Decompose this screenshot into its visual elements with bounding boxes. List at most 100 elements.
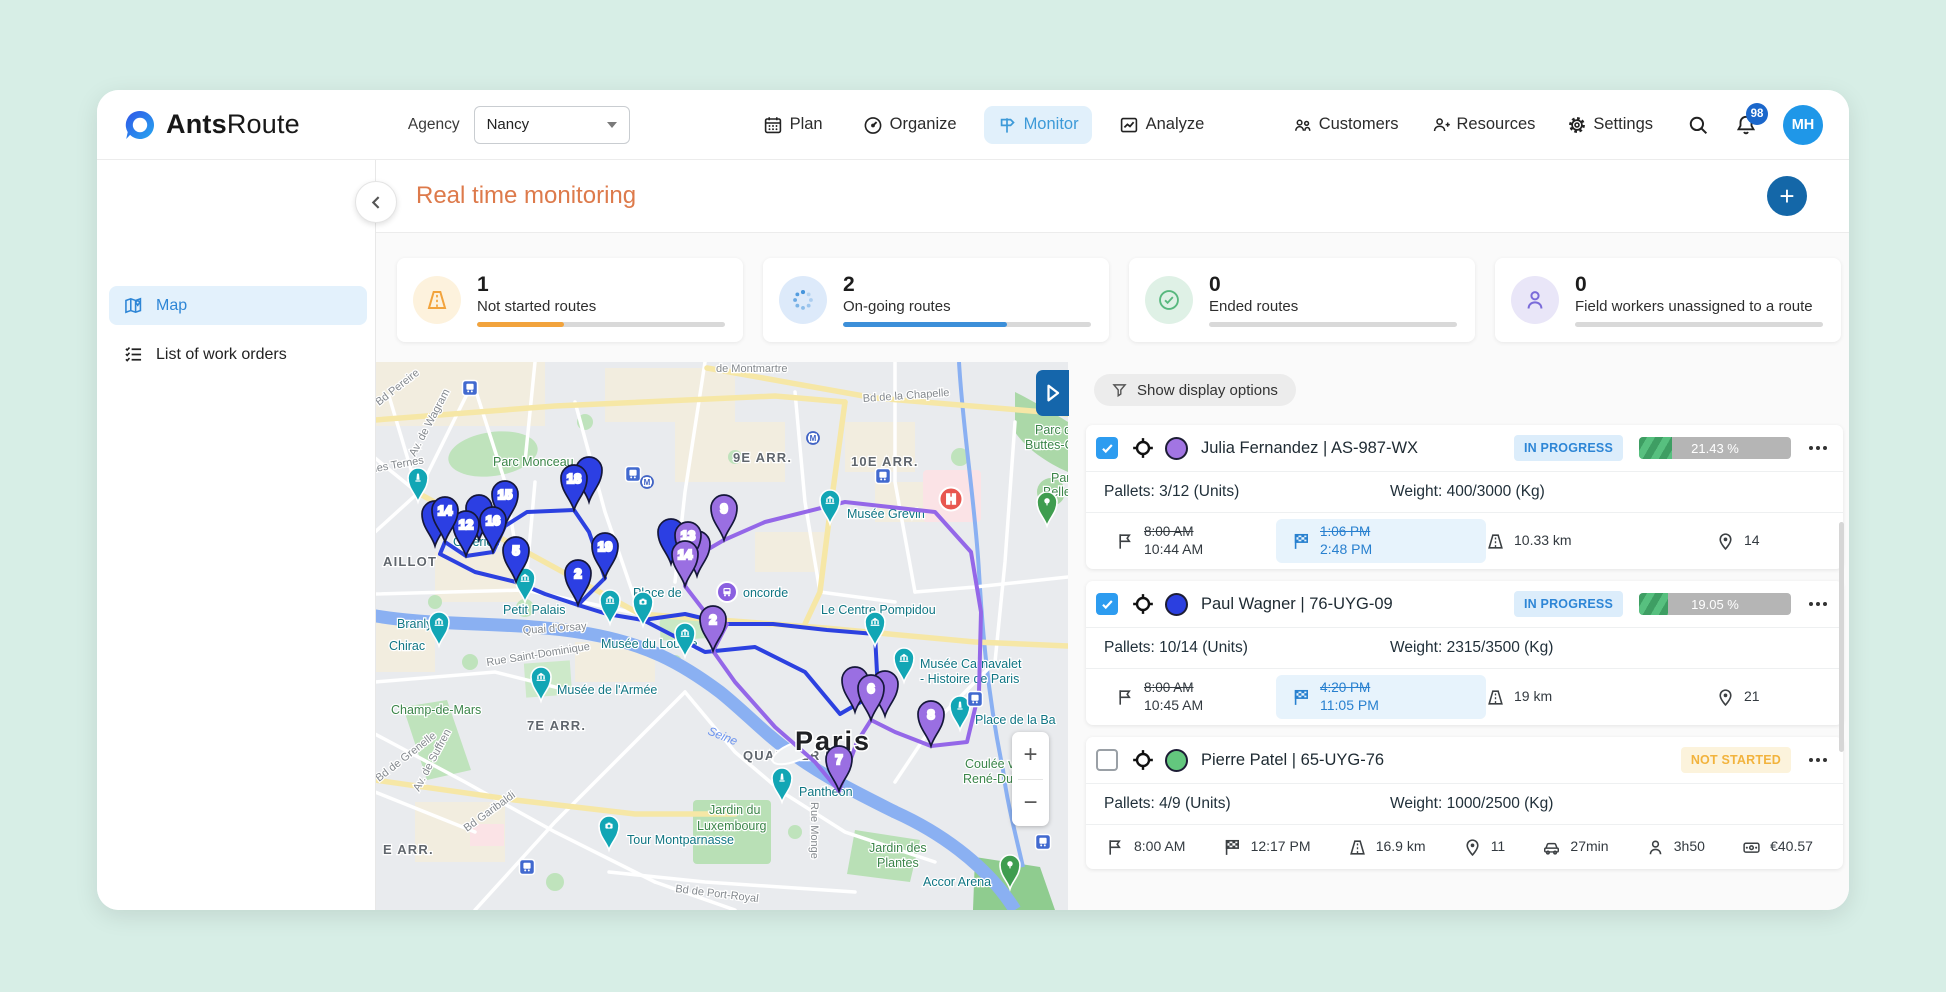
route-stat-text: 8:00 AM bbox=[1144, 680, 1203, 697]
stat-value: 0 bbox=[1209, 273, 1457, 296]
checklist-icon bbox=[123, 344, 144, 365]
road-icon bbox=[1486, 532, 1505, 551]
tab-organize[interactable]: Organize bbox=[850, 106, 970, 144]
stat-icon-circle bbox=[779, 276, 827, 324]
route-checkbox[interactable] bbox=[1096, 593, 1118, 615]
routes-panel: Show display options Julia Fernandez | A… bbox=[1081, 362, 1849, 910]
collapse-sidebar-button[interactable] bbox=[355, 181, 397, 223]
map-poi-transit[interactable] bbox=[968, 692, 983, 707]
map-label: Parc Monceau bbox=[493, 455, 574, 469]
svg-text:16: 16 bbox=[486, 513, 500, 528]
zoom-in-button[interactable]: + bbox=[1012, 732, 1049, 779]
tab-monitor[interactable]: Monitor bbox=[984, 106, 1092, 144]
route-card: Pierre Patel | 65-UYG-76 NOT STARTED Pal… bbox=[1086, 737, 1843, 869]
stat-card: 1 Not started routes bbox=[397, 258, 743, 342]
map-label: Parc de bbox=[1035, 423, 1068, 437]
route-menu-button[interactable] bbox=[1807, 754, 1829, 766]
route-menu-button[interactable] bbox=[1807, 598, 1829, 610]
add-button[interactable]: + bbox=[1767, 176, 1807, 216]
map-poi-transit[interactable] bbox=[520, 860, 535, 875]
stats-row: 1 Not started routes 2 On-going routes 0… bbox=[397, 258, 1841, 342]
route-stat-text: 10:44 AM bbox=[1144, 541, 1203, 559]
flag-icon bbox=[1106, 838, 1125, 857]
sidebar-item-map[interactable]: Map bbox=[109, 286, 367, 325]
navlink-settings[interactable]: Settings bbox=[1567, 115, 1653, 135]
route-stat-road: 10.33 km bbox=[1486, 532, 1716, 551]
content-header: Real time monitoring + bbox=[376, 160, 1849, 233]
zoom-out-button[interactable]: − bbox=[1012, 780, 1049, 827]
map-poi-metro[interactable]: M bbox=[641, 476, 653, 488]
route-checkbox[interactable] bbox=[1096, 749, 1118, 771]
funnel-icon bbox=[1112, 383, 1127, 398]
route-stat-text: 12:17 PM bbox=[1251, 838, 1311, 856]
map-label: E ARR. bbox=[383, 842, 434, 857]
toll-icon bbox=[1742, 838, 1761, 857]
route-pallets: Pallets: 3/12 (Units) bbox=[1104, 483, 1390, 501]
route-card: Julia Fernandez | AS-987-WX IN PROGRESS … bbox=[1086, 425, 1843, 569]
stat-label: On-going routes bbox=[843, 298, 1091, 315]
navlink-customers[interactable]: Customers bbox=[1293, 115, 1399, 135]
map-label: Musée Carnavalet bbox=[920, 657, 1022, 671]
stat-value: 1 bbox=[477, 273, 725, 296]
route-menu-button[interactable] bbox=[1807, 442, 1829, 454]
locate-icon[interactable] bbox=[1131, 592, 1155, 616]
chevron-down-icon bbox=[607, 122, 617, 128]
sidebar-item-label: List of work orders bbox=[156, 346, 287, 364]
route-card: Paul Wagner | 76-UYG-09 IN PROGRESS 19.0… bbox=[1086, 581, 1843, 725]
stat-label: Ended routes bbox=[1209, 298, 1457, 315]
map-poi-metro[interactable]: M bbox=[807, 432, 819, 444]
tab-plan[interactable]: Plan bbox=[750, 106, 836, 144]
stat-card: 0 Ended routes bbox=[1129, 258, 1475, 342]
map-poi-bus[interactable] bbox=[717, 582, 737, 602]
notification-count-badge: 98 bbox=[1746, 103, 1768, 125]
tab-label: Analyze bbox=[1146, 115, 1205, 134]
route-checkbox[interactable] bbox=[1096, 437, 1118, 459]
agency-value: Nancy bbox=[487, 116, 530, 133]
agency-select[interactable]: Nancy bbox=[474, 106, 630, 144]
tab-analyze[interactable]: Analyze bbox=[1106, 106, 1218, 144]
show-display-options-button[interactable]: Show display options bbox=[1094, 374, 1296, 406]
locate-icon[interactable] bbox=[1131, 748, 1155, 772]
map-expand-button[interactable] bbox=[1036, 370, 1069, 416]
person-plus-icon bbox=[1431, 115, 1451, 135]
brand-name: AntsRoute bbox=[166, 109, 300, 140]
speedometer-icon bbox=[863, 115, 883, 135]
agency-label: Agency bbox=[408, 116, 460, 134]
avatar[interactable]: MH bbox=[1783, 105, 1823, 145]
map-label: Jardin des bbox=[869, 841, 927, 855]
map-poi-transit[interactable] bbox=[1036, 835, 1051, 850]
navlink-resources[interactable]: Resources bbox=[1431, 115, 1536, 135]
antsroute-logo-icon bbox=[123, 108, 157, 142]
route-stat-finish-flag: 12:17 PM bbox=[1223, 838, 1311, 857]
locate-icon[interactable] bbox=[1131, 436, 1155, 460]
stat-progress-fill bbox=[477, 322, 564, 327]
map-label: Plantes bbox=[877, 856, 919, 870]
map-poi-hospital[interactable]: H bbox=[940, 488, 963, 511]
map-icon bbox=[123, 295, 144, 316]
search-icon[interactable] bbox=[1687, 114, 1709, 136]
svg-text:12: 12 bbox=[459, 517, 473, 532]
route-name: Paul Wagner | 76-UYG-09 bbox=[1201, 595, 1393, 614]
stat-progress-track bbox=[1209, 322, 1457, 327]
scrollbar-thumb[interactable] bbox=[1839, 522, 1844, 752]
stat-value: 0 bbox=[1575, 273, 1823, 296]
sidebar-item-list-of-work-orders[interactable]: List of work orders bbox=[109, 335, 367, 374]
map-poi-transit[interactable] bbox=[626, 467, 641, 482]
svg-text:9: 9 bbox=[720, 501, 727, 516]
brand-logo[interactable]: AntsRoute bbox=[123, 108, 300, 142]
map-poi-transit[interactable] bbox=[463, 381, 478, 396]
finish-flag-icon bbox=[1292, 688, 1311, 707]
map-poi-transit[interactable] bbox=[876, 469, 891, 484]
map[interactable]: text{font-family:"Liberation Sans","Deja… bbox=[375, 362, 1068, 910]
status-badge: IN PROGRESS bbox=[1514, 435, 1623, 461]
flag-icon bbox=[1116, 532, 1135, 551]
spinner-icon bbox=[791, 288, 815, 312]
stat-card: 0 Field workers unassigned to a route bbox=[1495, 258, 1841, 342]
route-pallets: Pallets: 4/9 (Units) bbox=[1104, 795, 1390, 813]
notifications-button[interactable]: 98 bbox=[1735, 114, 1757, 136]
chart-icon bbox=[1119, 115, 1139, 135]
route-stat-pin: 14 bbox=[1716, 532, 1760, 551]
check-circle-icon bbox=[1157, 288, 1181, 312]
pin-icon bbox=[1716, 532, 1735, 551]
svg-text:19: 19 bbox=[598, 539, 612, 554]
